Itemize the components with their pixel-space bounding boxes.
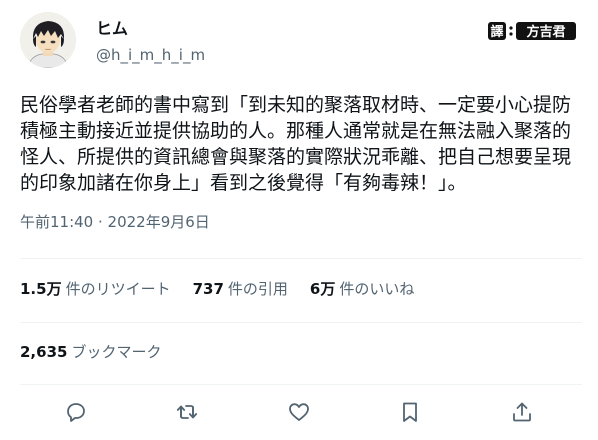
likes-count: 6万 — [309, 280, 336, 298]
user-handle[interactable]: @h_i_m_h_i_m — [96, 45, 205, 65]
divider — [20, 384, 582, 385]
like-button[interactable] — [286, 399, 312, 425]
display-name[interactable]: ヒム — [96, 19, 128, 39]
svg-text:方吉君: 方吉君 — [526, 24, 565, 40]
reply-icon — [67, 403, 85, 422]
engagement-stats: 1.5万 件のリツイート 737 件の引用 6万 件のいいね — [20, 279, 436, 299]
retweets-label: 件のリツイート — [65, 280, 171, 298]
divider — [20, 258, 582, 259]
retweets-stat[interactable]: 1.5万 件のリツイート — [20, 279, 171, 299]
avatar-image — [20, 12, 76, 68]
reply-button[interactable] — [63, 399, 89, 425]
quotes-stat[interactable]: 737 件の引用 — [193, 279, 288, 299]
action-bar — [0, 395, 598, 429]
share-icon — [513, 402, 531, 422]
tweet-card: ヒム @h_i_m_h_i_m 譯 方吉君 民俗學者老師的書中寫到「到未知的聚落… — [0, 0, 598, 440]
divider — [20, 322, 582, 323]
tweet-text: 民俗學者老師的書中寫到「到未知的聚落取材時、一定要小心提防積極主動接近並提供協助… — [20, 94, 572, 194]
likes-stat[interactable]: 6万 件のいいね — [310, 279, 414, 299]
likes-label: 件のいいね — [339, 280, 415, 298]
bookmark-button[interactable] — [397, 399, 423, 425]
bookmarks-label: ブックマーク — [71, 343, 162, 361]
share-button[interactable] — [509, 399, 535, 425]
avatar[interactable] — [20, 12, 76, 68]
svg-text:譯: 譯 — [490, 24, 503, 40]
bookmark-icon — [403, 402, 417, 422]
quotes-label: 件の引用 — [227, 280, 288, 298]
retweet-icon — [176, 405, 198, 419]
translator-watermark: 譯 方吉君 — [488, 21, 580, 41]
bookmarks-count: 2,635 — [20, 343, 68, 361]
bookmarks-stat: 2,635 ブックマーク — [20, 342, 161, 362]
retweets-count: 1.5万 — [20, 280, 62, 298]
quotes-count: 737 — [192, 280, 224, 298]
retweet-button[interactable] — [174, 399, 200, 425]
like-icon — [289, 403, 309, 421]
tweet-timestamp[interactable]: 午前11:40 · 2022年9月6日 — [20, 212, 210, 232]
